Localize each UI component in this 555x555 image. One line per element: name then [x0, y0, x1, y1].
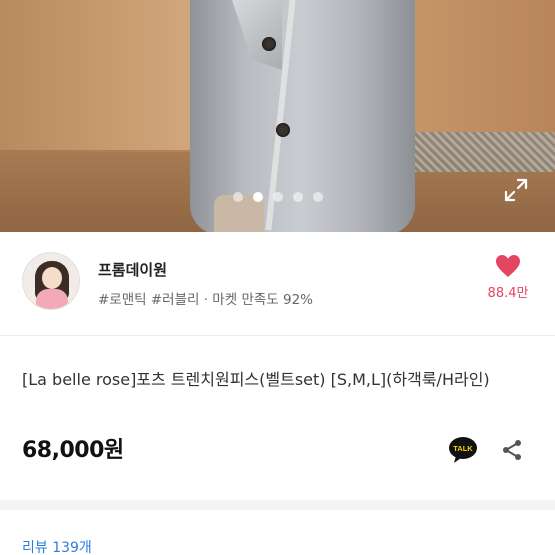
seller-name[interactable]: 프롬데이원 — [98, 259, 167, 280]
seller-row[interactable]: 프롬데이원 #로맨틱 #러블리 · 마켓 만족도 92% 88.4만 — [0, 232, 555, 336]
kakao-talk-icon[interactable]: TALK — [448, 436, 478, 464]
pagination-dot[interactable] — [232, 192, 243, 202]
product-title: [La belle rose]포츠 트렌치원피스(벨트set) [S,M,L](… — [22, 370, 490, 389]
pagination-dot[interactable] — [312, 192, 323, 202]
product-image-gallery[interactable] — [0, 0, 555, 232]
image-dress-button — [276, 123, 290, 137]
seller-tags: #로맨틱 #러블리 · 마켓 만족도 92% — [98, 292, 313, 308]
share-icon[interactable] — [500, 438, 524, 462]
expand-arrows-icon[interactable] — [502, 176, 530, 204]
seller-avatar[interactable] — [22, 252, 80, 310]
heart-icon[interactable] — [495, 254, 521, 278]
avatar-face — [42, 267, 62, 289]
talk-label: TALK — [453, 444, 473, 453]
pagination-dot[interactable] — [272, 192, 283, 202]
avatar-body — [36, 289, 68, 309]
section-divider — [0, 500, 555, 510]
pagination-dot[interactable] — [292, 192, 303, 202]
like-count: 88.4만 — [487, 286, 529, 301]
image-dress-lapel — [232, 0, 282, 70]
gallery-pagination — [0, 192, 555, 202]
like-button[interactable]: 88.4만 — [478, 254, 538, 301]
image-dress-button — [262, 37, 276, 51]
image-floor-mat — [392, 132, 555, 172]
review-tab[interactable]: 리뷰 139개 — [22, 537, 92, 555]
pagination-dot[interactable] — [252, 192, 263, 202]
product-price: 68,000원 — [22, 438, 124, 463]
